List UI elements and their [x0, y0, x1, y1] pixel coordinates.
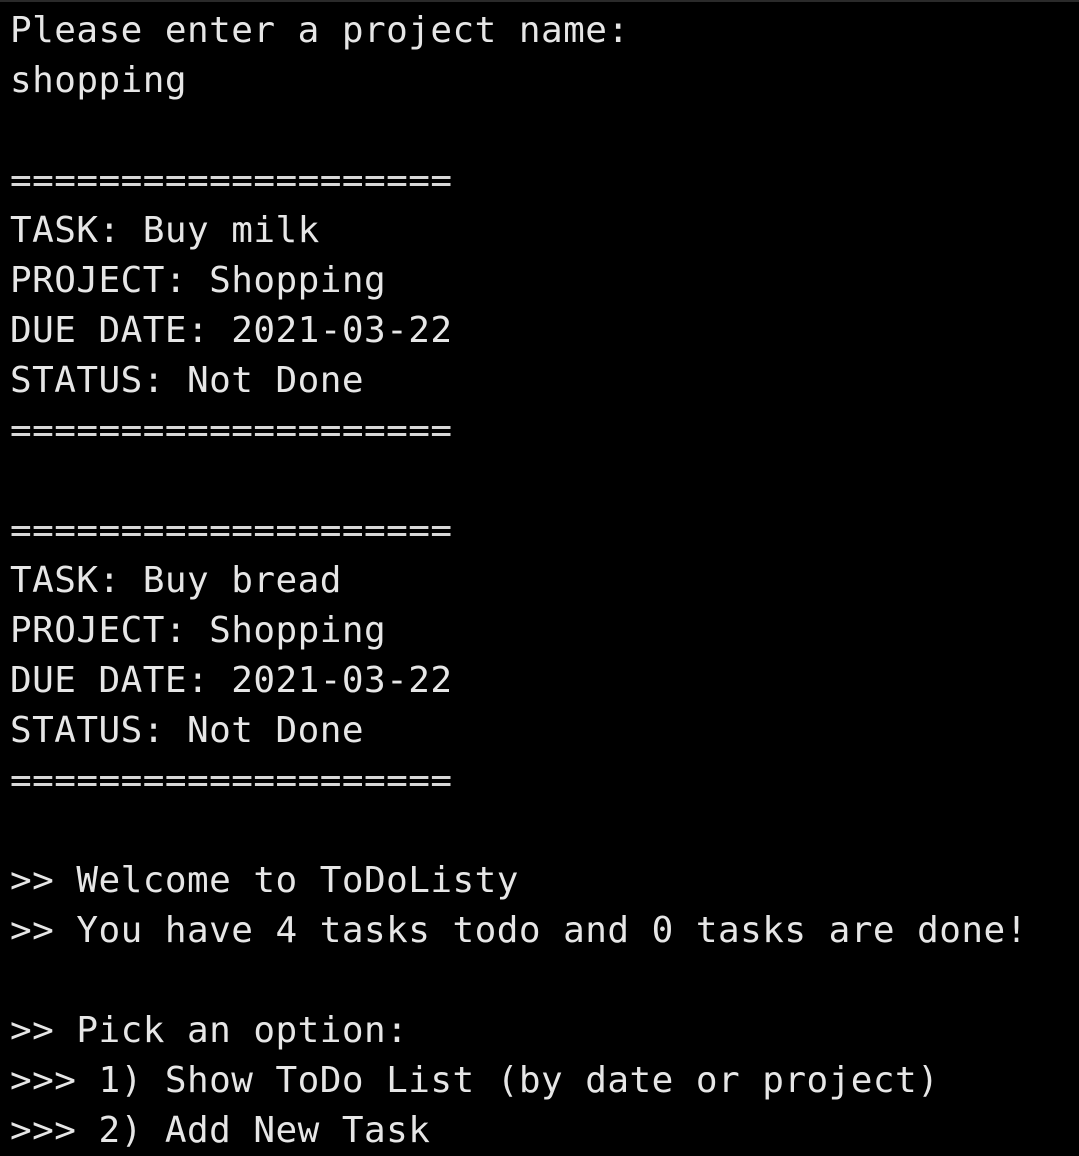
task-2-due-date: DUE DATE: 2021-03-22	[10, 660, 453, 701]
task-2-bottom-separator: ====================	[10, 760, 453, 801]
task-1-status: STATUS: Not Done	[10, 360, 364, 401]
task-2-name: TASK: Buy bread	[10, 560, 342, 601]
task-2-project: PROJECT: Shopping	[10, 610, 387, 651]
task-2-top-separator: ====================	[10, 510, 453, 551]
task-1-top-separator: ====================	[10, 160, 453, 201]
welcome-message: >> Welcome to ToDoListy	[10, 860, 519, 901]
terminal-window[interactable]: Please enter a project name: shopping ==…	[0, 0, 1079, 1154]
task-1-name: TASK: Buy milk	[10, 210, 320, 251]
prompt-project-name: Please enter a project name:	[10, 10, 630, 51]
user-input-project: shopping	[10, 60, 187, 101]
task-2-status: STATUS: Not Done	[10, 710, 364, 751]
menu-option-show-todo-list: >>> 1) Show ToDo List (by date or projec…	[10, 1060, 940, 1101]
task-1-due-date: DUE DATE: 2021-03-22	[10, 310, 453, 351]
task-1-bottom-separator: ====================	[10, 410, 453, 451]
menu-prompt: >> Pick an option:	[10, 1010, 409, 1051]
task-1-project: PROJECT: Shopping	[10, 260, 387, 301]
task-summary-message: >> You have 4 tasks todo and 0 tasks are…	[10, 910, 1028, 951]
menu-option-add-new-task: >>> 2) Add New Task	[10, 1110, 431, 1151]
